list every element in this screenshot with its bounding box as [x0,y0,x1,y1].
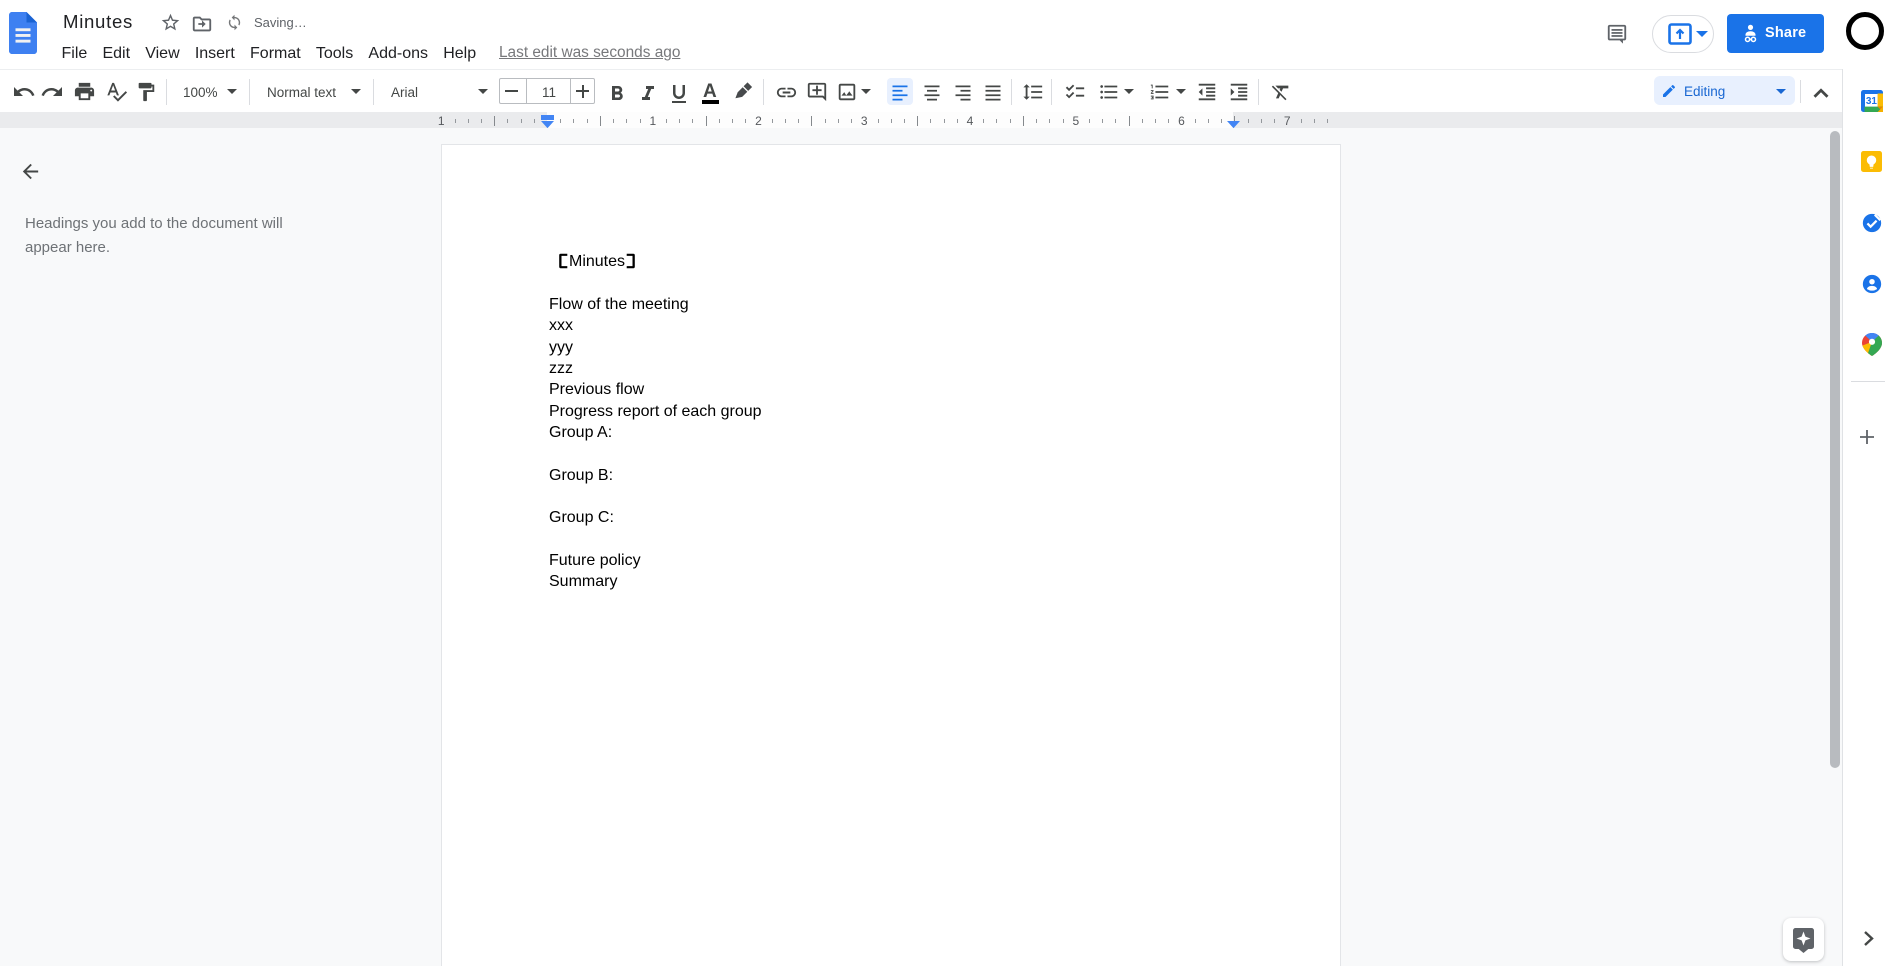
svg-text:31: 31 [1866,96,1878,107]
